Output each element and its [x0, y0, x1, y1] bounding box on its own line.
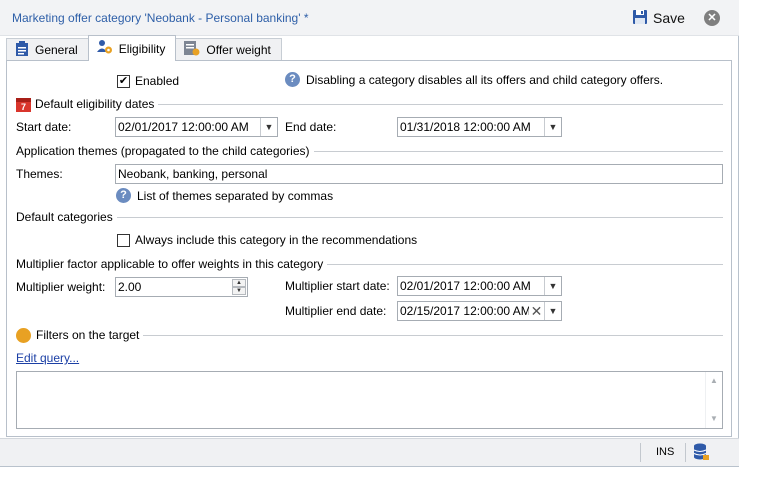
tab-strip: General Eligibility Offer weight [6, 35, 282, 61]
enabled-help-text: Disabling a category disables all its of… [306, 72, 664, 87]
themes-help-row: ? List of themes separated by commas [116, 188, 333, 203]
enabled-checkbox[interactable]: ✔ [117, 74, 130, 88]
tab-offer-weight-label: Offer weight [206, 43, 271, 57]
multiplier-weight-value: 2.00 [118, 280, 142, 294]
status-separator [640, 443, 641, 462]
title-bar: Marketing offer category 'Neobank - Pers… [0, 0, 739, 36]
stepper-arrows: ▲ ▼ [232, 279, 246, 295]
enabled-row: ✔ Enabled [117, 74, 179, 88]
filter-dot-icon [16, 327, 31, 343]
tab-general[interactable]: General [6, 38, 89, 61]
always-include-checkbox[interactable] [117, 233, 130, 247]
database-icon[interactable] [693, 443, 709, 464]
multiplier-section-header: Multiplier factor applicable to offer we… [16, 257, 723, 271]
weight-form-icon [184, 41, 200, 59]
themes-section-title: Application themes (propagated to the ch… [16, 144, 310, 158]
window-title: Marketing offer category 'Neobank - Pers… [12, 11, 309, 25]
users-gear-icon [96, 39, 113, 58]
tab-eligibility-label: Eligibility [118, 41, 166, 56]
always-include-row: Always include this category in the reco… [117, 233, 417, 247]
themes-input[interactable]: Neobank, banking, personal [115, 164, 723, 184]
start-date-value: 02/01/2017 12:00:00 AM [118, 120, 249, 134]
section-divider [313, 150, 723, 152]
chevron-down-icon[interactable]: ▼ [544, 277, 561, 295]
multiplier-weight-label: Multiplier weight: [16, 280, 106, 294]
always-include-label: Always include this category in the reco… [135, 233, 418, 247]
multiplier-end-combo[interactable]: 02/15/2017 12:00:00 AM ✕ ▼ [397, 301, 562, 321]
themes-label: Themes: [16, 167, 63, 181]
save-button[interactable]: Save [632, 7, 685, 29]
svg-text:7: 7 [21, 102, 26, 112]
dates-section-header: 7 Default eligibility dates [16, 97, 723, 112]
multiplier-section-title: Multiplier factor applicable to offer we… [16, 257, 324, 271]
question-circle-icon: ? [116, 188, 131, 203]
section-divider [116, 216, 723, 218]
filters-section-header: Filters on the target [16, 327, 723, 343]
chevron-down-icon[interactable]: ▼ [260, 118, 277, 136]
scroll-down-icon[interactable]: ▼ [706, 412, 722, 426]
calendar-icon: 7 [16, 97, 31, 112]
save-button-label: Save [653, 10, 685, 26]
enabled-help-row: ? Disabling a category disables all its … [285, 72, 663, 87]
default-categories-section-header: Default categories [16, 210, 723, 224]
section-divider [158, 103, 723, 105]
eligibility-panel: ✔ Enabled ? Disabling a category disable… [6, 60, 732, 437]
tab-offer-weight[interactable]: Offer weight [175, 38, 282, 61]
section-divider [327, 263, 723, 265]
tab-eligibility[interactable]: Eligibility [87, 35, 177, 61]
scroll-up-icon[interactable]: ▲ [706, 374, 722, 388]
clear-x-icon[interactable]: ✕ [529, 302, 544, 320]
filters-section-title: Filters on the target [36, 328, 140, 342]
stepper-down-icon[interactable]: ▼ [232, 287, 246, 295]
edit-query-link[interactable]: Edit query... [16, 351, 79, 365]
section-divider [143, 334, 723, 336]
enabled-label: Enabled [135, 74, 180, 88]
start-date-label: Start date: [16, 120, 72, 134]
multiplier-weight-stepper[interactable]: 2.00 ▲ ▼ [115, 277, 248, 297]
status-bar: INS [0, 438, 739, 466]
multiplier-end-value: 02/15/2017 12:00:00 AM [400, 304, 529, 318]
close-icon[interactable]: ✕ [704, 10, 720, 26]
themes-help-text: List of themes separated by commas [137, 188, 334, 203]
end-date-combo[interactable]: 01/31/2018 12:00:00 AM ▼ [397, 117, 562, 137]
offer-category-window: Marketing offer category 'Neobank - Pers… [0, 0, 739, 467]
multiplier-start-value: 02/01/2017 12:00:00 AM [400, 279, 531, 293]
dates-section-title: Default eligibility dates [35, 97, 155, 111]
multiplier-start-combo[interactable]: 02/01/2017 12:00:00 AM ▼ [397, 276, 562, 296]
status-separator [685, 443, 686, 462]
insert-mode-indicator: INS [656, 446, 675, 458]
chevron-down-icon[interactable]: ▼ [544, 302, 561, 320]
floppy-disk-icon [632, 9, 648, 28]
chevron-down-icon[interactable]: ▼ [544, 118, 561, 136]
multiplier-start-label: Multiplier start date: [285, 279, 390, 293]
tab-general-label: General [35, 43, 78, 57]
clipboard-icon [15, 41, 29, 59]
query-textarea[interactable]: ▲ ▼ [16, 371, 723, 429]
end-date-value: 01/31/2018 12:00:00 AM [400, 120, 531, 134]
multiplier-end-label: Multiplier end date: [285, 304, 387, 318]
default-categories-section-title: Default categories [16, 210, 113, 224]
query-scrollbar[interactable]: ▲ ▼ [705, 372, 722, 428]
end-date-label: End date: [285, 120, 337, 134]
stepper-up-icon[interactable]: ▲ [232, 279, 246, 287]
themes-section-header: Application themes (propagated to the ch… [16, 144, 723, 158]
start-date-combo[interactable]: 02/01/2017 12:00:00 AM ▼ [115, 117, 278, 137]
question-circle-icon: ? [285, 72, 300, 87]
